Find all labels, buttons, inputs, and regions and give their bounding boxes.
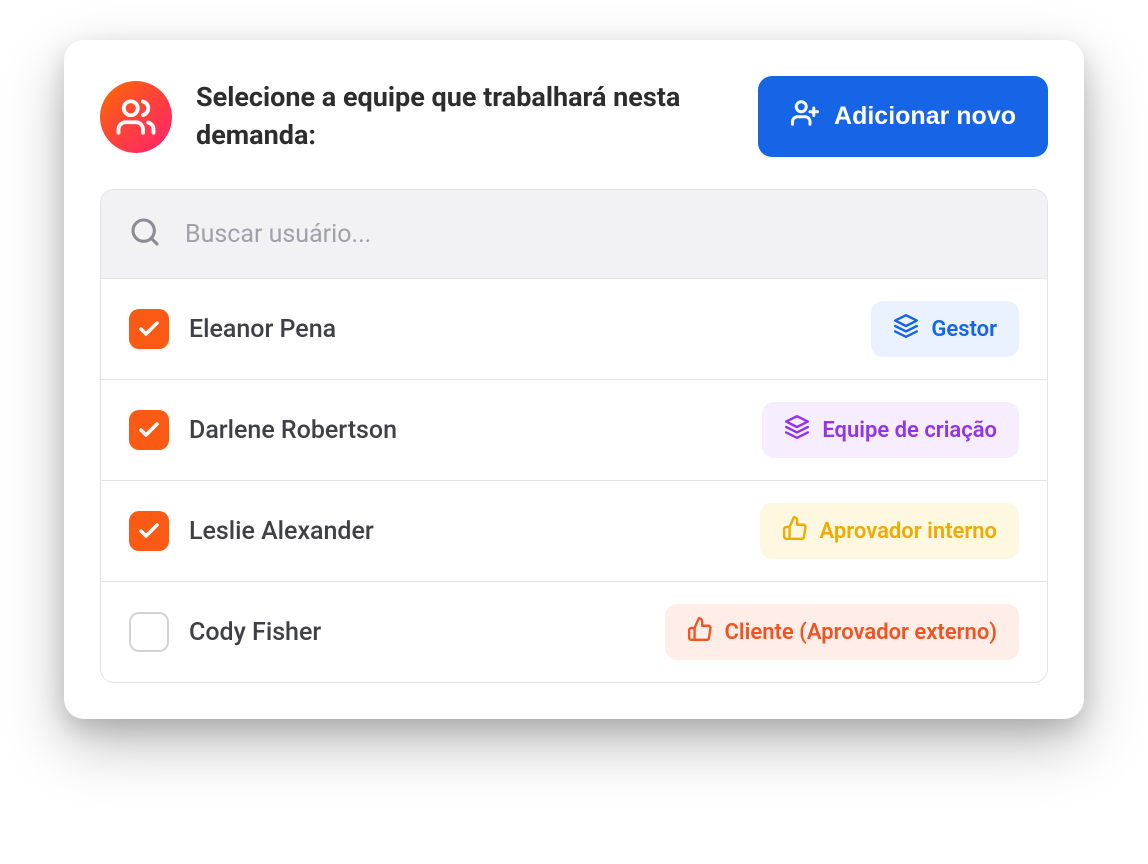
role-label: Equipe de criação [822, 418, 997, 443]
user-checkbox[interactable] [129, 511, 169, 551]
role-badge[interactable]: Aprovador interno [760, 503, 1019, 559]
user-checkbox[interactable] [129, 612, 169, 652]
user-row: Eleanor Pena Gestor [101, 278, 1047, 379]
user-row: Cody Fisher Cliente (Aprovador externo) [101, 581, 1047, 682]
people-icon [100, 81, 172, 153]
user-name: Darlene Robertson [189, 416, 397, 445]
user-row-left: Darlene Robertson [129, 410, 397, 450]
role-label: Gestor [931, 317, 997, 342]
user-plus-icon [790, 98, 820, 135]
user-row-left: Cody Fisher [129, 612, 321, 652]
role-badge[interactable]: Equipe de criação [762, 402, 1019, 458]
user-name: Cody Fisher [189, 618, 321, 647]
user-row: Leslie Alexander Aprovador interno [101, 480, 1047, 581]
add-user-button[interactable]: Adicionar novo [758, 76, 1048, 157]
user-row-left: Eleanor Pena [129, 309, 336, 349]
add-button-label: Adicionar novo [834, 102, 1016, 131]
layers-icon [893, 313, 919, 345]
user-checkbox[interactable] [129, 309, 169, 349]
card-title: Selecione a equipe que trabalhará nesta … [196, 79, 734, 155]
role-label: Aprovador interno [820, 519, 997, 544]
search-bar [101, 190, 1047, 278]
search-icon [129, 216, 161, 252]
user-name: Eleanor Pena [189, 315, 336, 344]
thumbs-up-icon [782, 515, 808, 547]
role-label: Cliente (Aprovador externo) [725, 620, 997, 645]
header-left: Selecione a equipe que trabalhará nesta … [100, 79, 734, 155]
role-badge[interactable]: Cliente (Aprovador externo) [665, 604, 1019, 660]
user-list-container: Eleanor Pena Gestor Darlene Robertson Equip… [100, 189, 1048, 683]
team-selection-card: Selecione a equipe que trabalhará nesta … [64, 40, 1084, 719]
thumbs-up-icon [687, 616, 713, 648]
user-row: Darlene Robertson Equipe de criação [101, 379, 1047, 480]
user-checkbox[interactable] [129, 410, 169, 450]
search-input[interactable] [185, 220, 1019, 249]
layers-icon [784, 414, 810, 446]
user-name: Leslie Alexander [189, 517, 374, 546]
user-row-left: Leslie Alexander [129, 511, 374, 551]
role-badge[interactable]: Gestor [871, 301, 1019, 357]
card-header: Selecione a equipe que trabalhará nesta … [100, 76, 1048, 157]
